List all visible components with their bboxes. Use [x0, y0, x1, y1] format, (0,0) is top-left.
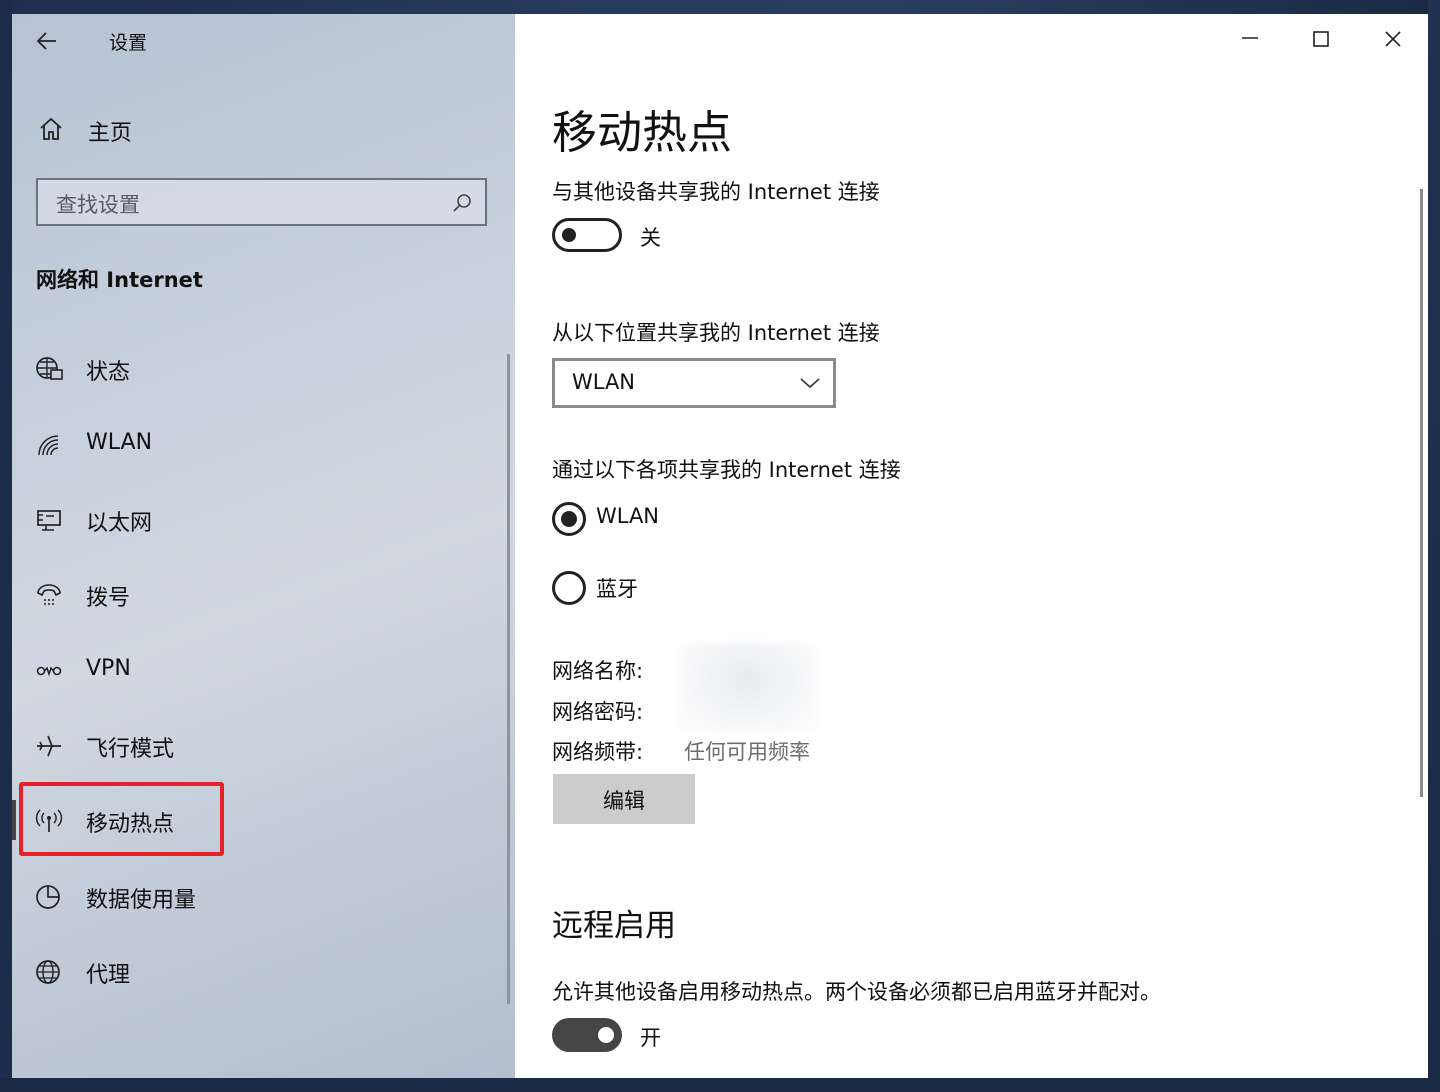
network-band-label: 网络频带: — [552, 740, 644, 764]
remote-section-title: 远程启用 — [552, 908, 676, 944]
back-button[interactable] — [34, 28, 64, 58]
maximize-icon — [1313, 31, 1329, 47]
sidebar-item-wlan[interactable]: WLAN — [12, 415, 515, 475]
minimize-button[interactable] — [1225, 24, 1275, 64]
minimize-icon — [1242, 37, 1258, 39]
toggle-knob — [598, 1027, 614, 1043]
sidebar-item-status[interactable]: 状态 — [12, 339, 515, 399]
desktop-background-left — [0, 0, 12, 1092]
home-icon — [40, 117, 62, 140]
globe-icon — [34, 958, 64, 986]
sidebar-item-home[interactable]: 主页 — [34, 112, 434, 148]
dialup-icon — [34, 581, 64, 609]
source-label: 从以下位置共享我的 Internet 连接 — [552, 321, 880, 345]
sidebar-item-dialup[interactable]: 拨号 — [12, 565, 515, 625]
main-scrollbar[interactable] — [1420, 189, 1423, 797]
sidebar-item-label: 飞行模式 — [86, 737, 175, 762]
close-icon — [1385, 31, 1401, 47]
home-label: 主页 — [88, 121, 133, 146]
blurred-credentials — [678, 642, 816, 734]
share-toggle[interactable] — [552, 218, 622, 252]
edit-button-label: 编辑 — [603, 789, 645, 813]
data-usage-icon — [34, 883, 64, 911]
app-title: 设置 — [109, 32, 148, 54]
desktop-background-top — [0, 0, 1440, 14]
radio-label: WLAN — [596, 504, 660, 528]
globe-network-icon — [34, 355, 64, 383]
section-title: 网络和 Internet — [36, 268, 203, 292]
chevron-down-icon — [800, 378, 820, 389]
ethernet-icon — [34, 506, 64, 534]
sidebar-item-label: 以太网 — [86, 511, 153, 536]
radio-ring — [552, 571, 586, 605]
sidebar-item-proxy[interactable]: 代理 — [12, 942, 515, 1002]
network-name-label: 网络名称: — [552, 659, 644, 683]
vpn-icon — [34, 657, 64, 685]
sidebar-item-ethernet[interactable]: 以太网 — [12, 490, 515, 550]
sidebar-scrollbar[interactable] — [507, 354, 510, 1004]
desktop-background-right — [1428, 0, 1440, 1092]
settings-window: 设置 主页 查找设置 网络和 Internet 状态 WLAN 以太网 拨号 V… — [12, 14, 1428, 1078]
remote-toggle-state: 开 — [640, 1026, 661, 1050]
source-dropdown-value: WLAN — [572, 370, 636, 394]
sidebar: 设置 主页 查找设置 网络和 Internet 状态 WLAN 以太网 拨号 V… — [12, 14, 515, 1078]
back-arrow-icon — [36, 32, 56, 50]
radio-label: 蓝牙 — [596, 577, 638, 601]
share-toggle-state: 关 — [640, 226, 661, 250]
sidebar-item-label: 状态 — [86, 360, 131, 385]
sidebar-item-label: WLAN — [86, 430, 153, 455]
radio-bluetooth[interactable]: 蓝牙 — [552, 571, 638, 605]
maximize-button[interactable] — [1296, 24, 1346, 64]
edit-button[interactable]: 编辑 — [553, 774, 695, 824]
wifi-icon — [34, 431, 64, 459]
toggle-knob — [562, 228, 576, 242]
sidebar-item-data-usage[interactable]: 数据使用量 — [12, 867, 515, 927]
source-dropdown[interactable]: WLAN — [552, 358, 836, 408]
page-title: 移动热点 — [552, 106, 733, 159]
network-password-label: 网络密码: — [552, 700, 644, 724]
search-input[interactable]: 查找设置 — [36, 178, 487, 226]
search-icon[interactable] — [451, 192, 473, 214]
close-button[interactable] — [1368, 24, 1418, 64]
sidebar-item-label: 代理 — [86, 963, 131, 988]
remote-toggle[interactable] — [552, 1018, 622, 1052]
search-placeholder: 查找设置 — [56, 193, 140, 217]
share-label: 与其他设备共享我的 Internet 连接 — [552, 180, 880, 204]
remote-description: 允许其他设备启用移动热点。两个设备必须都已启用蓝牙并配对。 — [552, 980, 1161, 1004]
sidebar-item-airplane-mode[interactable]: 飞行模式 — [12, 716, 515, 776]
radio-wlan[interactable]: WLAN — [552, 502, 659, 536]
radio-selected-dot — [561, 511, 577, 527]
sidebar-item-label: VPN — [86, 656, 131, 681]
airplane-icon — [34, 732, 64, 760]
sidebar-item-label: 数据使用量 — [86, 888, 197, 913]
via-label: 通过以下各项共享我的 Internet 连接 — [552, 458, 901, 482]
network-band-value: 任何可用频率 — [684, 740, 810, 764]
desktop-background-bottom — [0, 1078, 1440, 1092]
sidebar-item-label: 拨号 — [86, 586, 131, 611]
sidebar-item-vpn[interactable]: VPN — [12, 641, 515, 701]
red-highlight-annotation — [19, 782, 224, 856]
